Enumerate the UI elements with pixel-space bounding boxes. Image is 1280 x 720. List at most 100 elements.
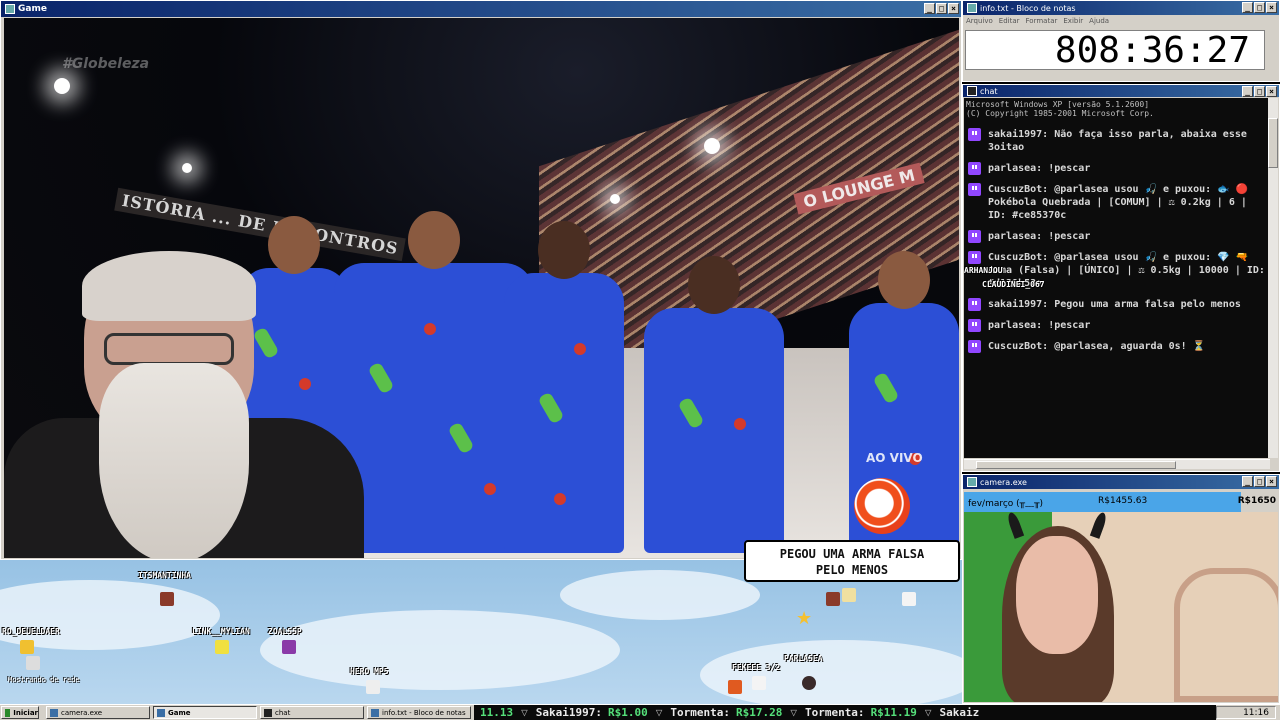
minimize-button[interactable]: _ bbox=[924, 3, 935, 14]
avatar-name: FEKEEE 3/2 bbox=[732, 663, 781, 672]
avatar-sprite[interactable] bbox=[842, 588, 856, 602]
close-button[interactable]: × bbox=[1266, 476, 1277, 487]
avatar-sprite[interactable] bbox=[26, 656, 40, 670]
budget-progress: fev/março (╥﹏╥) R$1455.63 R$1650 bbox=[964, 492, 1278, 512]
ticker-separator-icon: ▽ bbox=[521, 706, 528, 719]
close-button[interactable]: × bbox=[1266, 2, 1277, 13]
window-title: Game bbox=[18, 4, 47, 14]
maximize-button[interactable]: □ bbox=[1254, 86, 1265, 97]
avatar-sprite[interactable] bbox=[728, 680, 742, 694]
glasses bbox=[104, 333, 234, 365]
cat-ear bbox=[1089, 512, 1109, 539]
avatar-sprite[interactable] bbox=[752, 676, 766, 690]
chat-message-text: CuscuzBot: @parlasea usou 🎣 e puxou: 🐟 🔴… bbox=[988, 184, 1249, 221]
game-titlebar[interactable]: Game _ □ × bbox=[1, 1, 961, 17]
ticker-amount: R$17.28 bbox=[735, 706, 783, 719]
menu-format[interactable]: Formatar bbox=[1026, 17, 1058, 25]
taskbar-item-camera[interactable]: camera.exe bbox=[46, 706, 150, 719]
chat-message: CuscuzBot: @parlasea, aguarda 0s! ⏳ bbox=[964, 340, 1270, 353]
menu-help[interactable]: Ajuda bbox=[1089, 17, 1109, 25]
avatar-name: HERO MP5 bbox=[350, 667, 389, 676]
dancer bbox=[644, 256, 784, 553]
start-label: Iniciar bbox=[13, 708, 38, 717]
taskbar: Iniciar camera.exe Game chat info.txt - … bbox=[0, 704, 1280, 720]
speech-line-2: PELO MENOS bbox=[815, 563, 889, 577]
twitch-icon bbox=[968, 319, 981, 332]
chat-message: sakai1997: Pegou uma arma falsa pelo men… bbox=[964, 298, 1270, 311]
camera-window[interactable]: camera.exe _ □ × fev/março (╥﹏╥) R$1455.… bbox=[962, 474, 1280, 704]
chat-console[interactable]: Microsoft Windows XP [versão 5.1.2600] (… bbox=[964, 98, 1270, 458]
avatar-name: RO_DEUELDAER bbox=[2, 627, 60, 636]
avatar-name: LINK__MYLIAN bbox=[192, 627, 250, 636]
minimize-button[interactable]: _ bbox=[1242, 2, 1253, 13]
vertical-scrollbar[interactable] bbox=[1268, 98, 1278, 458]
taskbar-item-label: Game bbox=[168, 708, 191, 717]
avatar-sprite[interactable] bbox=[902, 592, 916, 606]
taskbar-item-label: camera.exe bbox=[61, 708, 103, 717]
avatar-sprite[interactable] bbox=[826, 592, 840, 606]
avatar-sprite[interactable] bbox=[20, 640, 34, 654]
streamer-webcam-overlay bbox=[4, 233, 364, 558]
stadium-light bbox=[54, 78, 70, 94]
twitch-icon bbox=[968, 340, 981, 353]
menu-edit[interactable]: Editar bbox=[999, 17, 1020, 25]
speech-line-1: PEGOU UMA ARMA FALSA bbox=[779, 547, 925, 561]
twitch-icon bbox=[968, 251, 981, 264]
maximize-button[interactable]: □ bbox=[936, 3, 947, 14]
avatar-name: ZOALSSP bbox=[268, 627, 302, 636]
avatar-sprite[interactable] bbox=[282, 640, 296, 654]
avatar-sprite[interactable] bbox=[215, 640, 229, 654]
scroll-thumb[interactable] bbox=[976, 461, 1176, 469]
avatar-sprite[interactable] bbox=[160, 592, 174, 606]
minimize-button[interactable]: _ bbox=[1242, 86, 1253, 97]
close-button[interactable]: × bbox=[948, 3, 959, 14]
start-button[interactable]: Iniciar bbox=[1, 706, 39, 719]
menu-file[interactable]: Arquivo bbox=[966, 17, 993, 25]
ticker-donor: Sakai1997: bbox=[535, 706, 602, 719]
ticker-donor: Tormenta: bbox=[670, 706, 730, 719]
game-window[interactable]: Game _ □ × ISTÓRIA ... DE ENCONTROS O LO… bbox=[0, 0, 962, 560]
console-copyright-line: (C) Copyright 1985-2001 Microsoft Corp. bbox=[966, 109, 1154, 118]
floating-username: ARHANJOU bbox=[964, 266, 1003, 275]
budget-goal: R$1650 bbox=[1237, 496, 1276, 506]
avatar-sprite[interactable] bbox=[366, 680, 380, 694]
ticker-separator-icon: ▽ bbox=[924, 706, 932, 719]
horizontal-scrollbar[interactable] bbox=[964, 459, 1270, 469]
chat-message: sakai1997: Não faça isso parla, abaixa e… bbox=[964, 128, 1270, 154]
chat-window[interactable]: chat _ □ × Microsoft Windows XP [versão … bbox=[962, 84, 1280, 472]
stadium-light bbox=[182, 163, 192, 173]
donation-ticker: 11.13 ▽ Sakai1997: R$1.00 ▽ Tormenta: R$17.28 ▽… bbox=[474, 705, 1216, 720]
taskbar-item-notepad[interactable]: info.txt - Bloco de notas bbox=[367, 706, 471, 719]
maximize-button[interactable]: □ bbox=[1254, 476, 1265, 487]
dancer bbox=[504, 221, 624, 553]
ticker-separator-icon: ▽ bbox=[790, 706, 797, 719]
floating-username: CLAUDINEI_067 bbox=[982, 280, 1045, 289]
system-clock[interactable]: 11:16 bbox=[1216, 706, 1276, 719]
avatar-sprite[interactable] bbox=[802, 676, 816, 690]
menu-bar: Arquivo Editar Formatar Exibir Ajuda bbox=[963, 15, 1279, 27]
camera-titlebar[interactable]: camera.exe _ □ × bbox=[963, 475, 1279, 489]
taskbar-item-chat[interactable]: chat bbox=[260, 706, 364, 719]
twitch-icon bbox=[968, 162, 981, 175]
chat-message-text: sakai1997: Não faça isso parla, abaixa e… bbox=[988, 129, 1247, 153]
uptime-timer[interactable]: 808:36:27 bbox=[965, 30, 1265, 71]
close-button[interactable]: × bbox=[1266, 86, 1277, 97]
scroll-thumb[interactable] bbox=[1268, 118, 1278, 168]
ticker-amount: R$1.00 bbox=[607, 706, 648, 719]
windows-logo-icon bbox=[5, 708, 11, 717]
taskbar-item-game[interactable]: Game bbox=[153, 706, 257, 719]
maximize-button[interactable]: □ bbox=[1254, 2, 1265, 13]
ticker-amount: 11.13 bbox=[480, 706, 514, 719]
notepad-window[interactable]: info.txt - Bloco de notas _ □ × Arquivo … bbox=[962, 0, 1280, 82]
notepad-titlebar[interactable]: info.txt - Bloco de notas _ □ × bbox=[963, 1, 1279, 15]
notepad-icon bbox=[967, 3, 977, 13]
menu-view[interactable]: Exibir bbox=[1063, 17, 1083, 25]
window-title: chat bbox=[980, 86, 998, 96]
twitch-icon bbox=[968, 183, 981, 196]
chat-titlebar[interactable]: chat _ □ × bbox=[963, 85, 1279, 97]
chat-message-text: sakai1997: Pegou uma arma falsa pelo men… bbox=[988, 299, 1241, 310]
cmd-icon bbox=[967, 86, 977, 96]
minimize-button[interactable]: _ bbox=[1242, 476, 1253, 487]
ticker-separator-icon: ▽ bbox=[655, 706, 663, 719]
camera-icon bbox=[50, 708, 58, 717]
